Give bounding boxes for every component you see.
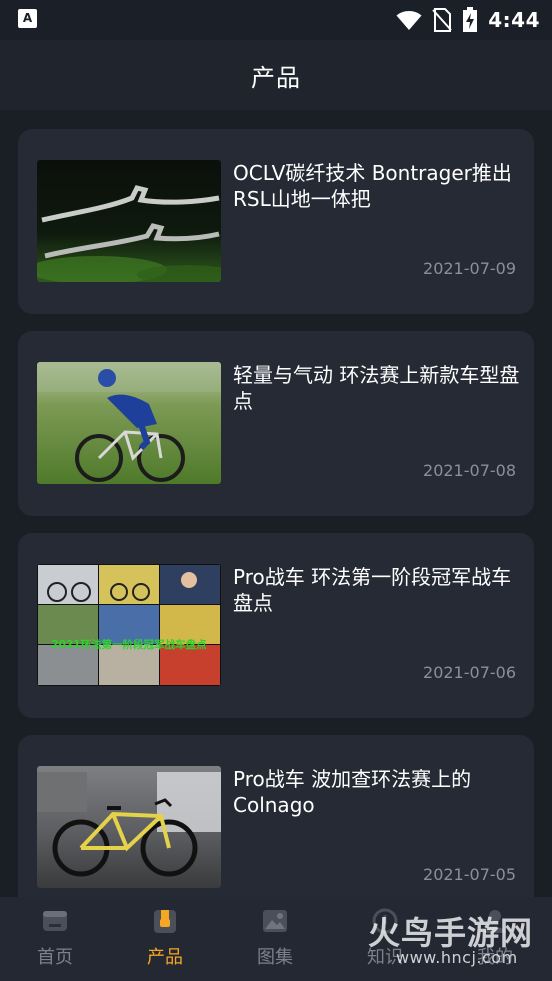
article-date: 2021-07-05 (423, 865, 516, 884)
watermark: 火鸟手游网 www.hncj.com (368, 908, 538, 972)
article-title[interactable]: OCLV碳纤技术 Bontrager推出RSL山地一体把 (233, 160, 523, 212)
article-title[interactable]: Pro战车 环法第一阶段冠军战车盘点 (233, 564, 523, 616)
article-card[interactable]: OCLV碳纤技术 Bontrager推出RSL山地一体把 2021-07-09 (18, 129, 534, 314)
article-card[interactable]: 轻量与气动 环法赛上新款车型盘点 2021-07-08 (18, 331, 534, 516)
nav-item-products[interactable]: 产品 (110, 907, 220, 977)
article-thumbnail[interactable] (37, 362, 221, 484)
status-indicators: 4:44 (396, 6, 540, 34)
app-notification-icon (18, 9, 37, 28)
nav-label-home: 首页 (37, 947, 73, 968)
nav-label-products: 产品 (147, 947, 183, 968)
status-bar: 4:44 (0, 0, 552, 40)
article-date: 2021-07-09 (423, 259, 516, 278)
article-title[interactable]: Pro战车 波加查环法赛上的Colnago (233, 766, 523, 818)
nav-item-home[interactable]: 首页 (0, 907, 110, 977)
gallery-icon (263, 910, 287, 932)
nav-item-gallery[interactable]: 图集 (220, 907, 330, 977)
article-list[interactable]: OCLV碳纤技术 Bontrager推出RSL山地一体把 2021-07-09 (0, 110, 552, 897)
article-thumbnail[interactable]: 2021环法第一阶段冠军战车盘点 (37, 564, 221, 686)
no-sim-icon (432, 8, 452, 32)
status-time: 4:44 (488, 8, 540, 32)
watermark-url: www.hncj.com (396, 948, 518, 967)
page-title: 产品 (251, 63, 301, 92)
collage-photo: 2021环法第一阶段冠军战车盘点 (37, 564, 221, 686)
article-card[interactable]: Pro战车 波加查环法赛上的Colnago 2021-07-05 (18, 735, 534, 897)
article-thumbnail[interactable] (37, 160, 221, 282)
product-icon (154, 910, 176, 933)
nav-label-gallery: 图集 (257, 947, 293, 968)
wifi-icon (396, 11, 422, 30)
article-title[interactable]: 轻量与气动 环法赛上新款车型盘点 (233, 362, 523, 414)
article-date: 2021-07-06 (423, 663, 516, 682)
battery-charging-icon (463, 7, 478, 32)
article-date: 2021-07-08 (423, 461, 516, 480)
article-card[interactable]: 2021环法第一阶段冠军战车盘点 Pro战车 环法第一阶段冠军战车盘点 2021… (18, 533, 534, 718)
cyclist-photo (37, 362, 221, 484)
article-thumbnail[interactable] (37, 766, 221, 888)
handlebar-photo (37, 160, 221, 282)
app-header: 产品 (0, 40, 552, 110)
collage-caption: 2021环法第一阶段冠军战车盘点 (51, 638, 207, 651)
home-icon (43, 911, 67, 931)
colnago-bike-photo (37, 766, 221, 888)
